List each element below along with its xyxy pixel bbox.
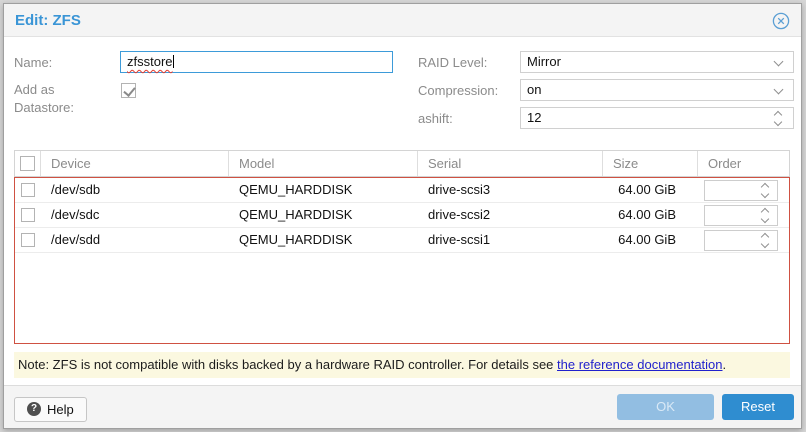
dialog-title: Edit: ZFS	[15, 4, 81, 37]
cell-serial: drive-scsi3	[418, 178, 603, 202]
text-caret	[173, 55, 174, 68]
row-checkbox[interactable]	[21, 208, 35, 222]
spinner-chevrons-icon[interactable]	[761, 233, 771, 249]
dialog-titlebar: Edit: ZFS	[4, 4, 801, 37]
add-as-datastore-checkbox[interactable]	[121, 83, 136, 98]
header-cell-model[interactable]: Model	[229, 151, 418, 176]
reference-documentation-link[interactable]: the reference documentation	[557, 357, 723, 372]
add-as-datastore-label: Add as Datastore:	[14, 81, 96, 117]
spinner-chevrons-icon[interactable]	[761, 183, 771, 199]
header-cell-checkbox	[15, 151, 41, 176]
raid-level-select[interactable]: Mirror	[520, 51, 794, 73]
chevron-down-icon[interactable]	[774, 57, 784, 67]
compression-value: on	[527, 82, 541, 97]
compression-select[interactable]: on	[520, 79, 794, 101]
reset-button[interactable]: Reset	[722, 394, 794, 420]
help-question-icon: ?	[27, 402, 41, 416]
header-cell-size[interactable]: Size	[603, 151, 698, 176]
header-cell-serial[interactable]: Serial	[418, 151, 603, 176]
zfs-note: Note: ZFS is not compatible with disks b…	[14, 352, 790, 378]
header-cell-device[interactable]: Device	[41, 151, 229, 176]
note-text: Note: ZFS is not compatible with disks b…	[18, 357, 557, 372]
close-icon[interactable]	[772, 12, 790, 30]
ok-button[interactable]: OK	[617, 394, 714, 420]
cell-device: /dev/sdd	[41, 228, 229, 252]
order-spinner[interactable]	[704, 205, 778, 226]
cell-size: 64.00 GiB	[603, 178, 698, 202]
cell-model: QEMU_HARDDISK	[229, 228, 418, 252]
spinner-chevrons-icon[interactable]	[761, 208, 771, 224]
chevron-down-icon[interactable]	[774, 85, 784, 95]
disk-table-body: /dev/sdb QEMU_HARDDISK drive-scsi3 64.00…	[14, 177, 790, 344]
cell-serial: drive-scsi2	[418, 203, 603, 227]
row-checkbox[interactable]	[21, 233, 35, 247]
cell-model: QEMU_HARDDISK	[229, 178, 418, 202]
cell-serial: drive-scsi1	[418, 228, 603, 252]
name-label: Name:	[14, 55, 52, 70]
edit-zfs-dialog: Edit: ZFS Name: zfsstore Add as Datastor…	[3, 3, 802, 429]
compression-label: Compression:	[418, 83, 498, 98]
note-text-suffix: .	[723, 357, 727, 372]
cell-size: 64.00 GiB	[603, 203, 698, 227]
row-checkbox[interactable]	[21, 183, 35, 197]
spinner-chevrons-icon[interactable]	[774, 111, 784, 127]
order-spinner[interactable]	[704, 230, 778, 251]
disk-table-header: Device Model Serial Size Order	[14, 150, 790, 177]
dialog-footer: ? Help OK Reset	[4, 385, 801, 428]
name-input[interactable]: zfsstore	[120, 51, 393, 73]
ashift-spinner[interactable]: 12	[520, 107, 794, 129]
name-input-value: zfsstore	[127, 54, 173, 69]
help-button-label: Help	[47, 402, 74, 417]
order-spinner[interactable]	[704, 180, 778, 201]
ashift-label: ashift:	[418, 111, 453, 126]
raid-level-label: RAID Level:	[418, 55, 487, 70]
help-button[interactable]: ? Help	[14, 397, 87, 422]
select-all-checkbox[interactable]	[20, 156, 35, 171]
cell-device: /dev/sdb	[41, 178, 229, 202]
header-cell-order[interactable]: Order	[698, 151, 789, 176]
raid-level-value: Mirror	[527, 54, 561, 69]
ashift-value: 12	[527, 110, 541, 125]
cell-size: 64.00 GiB	[603, 228, 698, 252]
cell-model: QEMU_HARDDISK	[229, 203, 418, 227]
table-row[interactable]: /dev/sdb QEMU_HARDDISK drive-scsi3 64.00…	[15, 178, 789, 203]
cell-device: /dev/sdc	[41, 203, 229, 227]
table-row[interactable]: /dev/sdd QEMU_HARDDISK drive-scsi1 64.00…	[15, 228, 789, 253]
table-row[interactable]: /dev/sdc QEMU_HARDDISK drive-scsi2 64.00…	[15, 203, 789, 228]
